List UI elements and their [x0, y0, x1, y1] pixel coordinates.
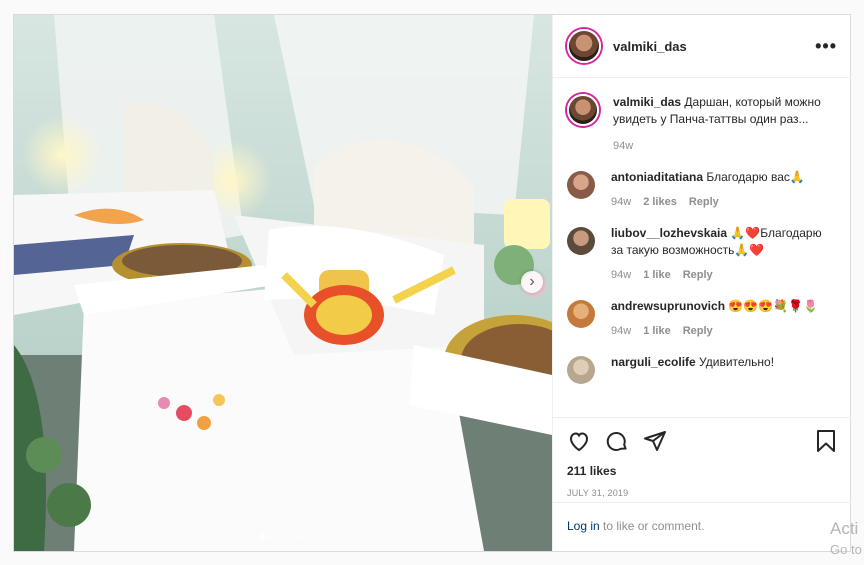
post-card: › valmiki_das ••• valmiki_das Даршан, ко… [13, 14, 851, 552]
comment-item: antoniaditatiana Благодарю вас🙏 94w 2 li… [567, 169, 837, 211]
carousel-dot-2 [269, 534, 274, 539]
carousel-indicator [260, 534, 301, 539]
reply-button[interactable]: Reply [683, 267, 713, 284]
author-username[interactable]: valmiki_das [613, 39, 687, 54]
bookmark-icon[interactable] [815, 429, 837, 453]
comment-text: Удивительно! [699, 355, 775, 369]
caption-avatar[interactable] [567, 94, 599, 126]
photo-scene [14, 15, 552, 551]
caption-username[interactable]: valmiki_das [613, 95, 681, 109]
comment-time: 94w [611, 196, 632, 208]
likes-count[interactable]: 211 likes [567, 464, 837, 478]
comment-time: 94w [611, 325, 632, 337]
comment-username[interactable]: andrewsuprunovich [611, 299, 725, 313]
comment-icon[interactable] [605, 429, 629, 453]
more-horizontal-icon[interactable]: ••• [815, 36, 837, 57]
comment-username[interactable]: antoniaditatiana [611, 170, 703, 184]
comment-username[interactable]: narguli_ecolife [611, 355, 696, 369]
comments-list: valmiki_das Даршан, который можно увидет… [553, 78, 851, 417]
watermark-line-1: Acti [830, 519, 859, 538]
comment-likes[interactable]: 1 like [643, 267, 671, 284]
windows-activation-watermark: Acti Go to [830, 518, 864, 562]
author-avatar[interactable] [567, 29, 601, 63]
post-header: valmiki_das ••• [553, 15, 851, 78]
comment-item: narguli_ecolife Удивительно! [567, 354, 837, 384]
caption: valmiki_das Даршан, который можно увидет… [567, 94, 837, 155]
comment-avatar[interactable] [567, 300, 595, 328]
comment-text: Благодарю вас🙏 [706, 170, 805, 184]
post-date: JULY 31, 2019 [567, 488, 629, 498]
login-prompt-text: to like or comment. [599, 519, 705, 533]
comment-item: andrewsuprunovich 😍😍😍💐🌹🌷 94w 1 like Repl… [567, 298, 837, 340]
post-photo[interactable]: › [14, 15, 552, 551]
login-link[interactable]: Log in [567, 519, 600, 533]
share-icon[interactable] [643, 429, 667, 453]
caption-time: 94w [613, 140, 634, 152]
reply-button[interactable]: Reply [689, 194, 719, 211]
carousel-dot-5 [296, 534, 301, 539]
login-prompt: Log in to like or comment. [553, 502, 851, 551]
comment-likes[interactable]: 2 likes [643, 194, 677, 211]
next-photo-button[interactable]: › [521, 271, 543, 293]
comment-item: liubov__lozhevskaia 🙏❤️Благодарю за таку… [567, 225, 837, 284]
comment-avatar[interactable] [567, 227, 595, 255]
comment-username[interactable]: liubov__lozhevskaia [611, 226, 727, 240]
comment-avatar[interactable] [567, 171, 595, 199]
heart-icon[interactable] [567, 429, 591, 453]
comment-likes[interactable]: 1 like [643, 323, 671, 340]
comment-time: 94w [611, 269, 632, 281]
carousel-dot-3 [278, 534, 283, 539]
chevron-right-icon: › [529, 273, 535, 290]
carousel-dot-4 [287, 534, 292, 539]
carousel-dot-1 [260, 534, 265, 539]
reply-button[interactable]: Reply [683, 323, 713, 340]
post-actions: 211 likes JULY 31, 2019 [553, 417, 851, 498]
comment-avatar[interactable] [567, 356, 595, 384]
comment-text: 😍😍😍💐🌹🌷 [728, 299, 819, 313]
watermark-line-2: Go to [830, 542, 862, 557]
post-sidebar: valmiki_das ••• valmiki_das Даршан, кото… [552, 15, 851, 551]
